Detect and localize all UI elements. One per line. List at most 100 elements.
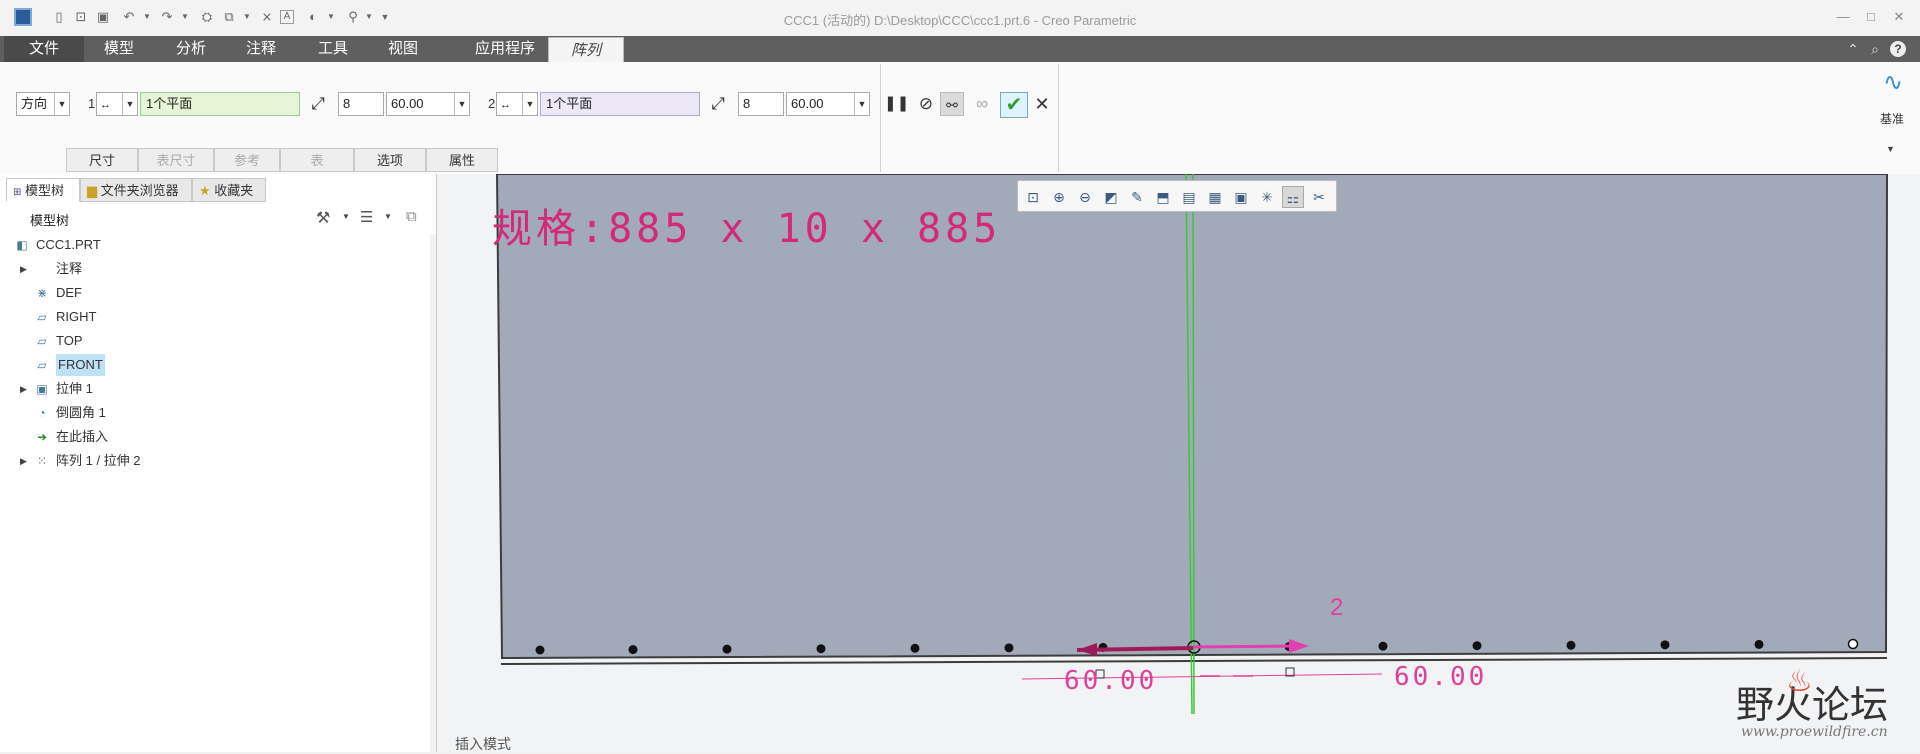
dir2-spacing-input[interactable]: 60.00 ▼: [786, 92, 870, 116]
reorient-icon[interactable]: ✎: [1126, 186, 1148, 208]
tree-item[interactable]: ▶ ▣ 拉伸 1: [0, 378, 420, 400]
expand-arrow-icon[interactable]: ▶: [20, 258, 27, 280]
spec-annotation[interactable]: 规格:885 x 10 x 885: [492, 196, 1001, 254]
maximize-button[interactable]: □: [1860, 8, 1882, 26]
close-button[interactable]: ✕: [1888, 8, 1910, 26]
tree-item[interactable]: ▶ 注释: [0, 258, 420, 280]
pattern-type-select[interactable]: 方向 ▼: [16, 92, 70, 116]
direction-number-label[interactable]: 2: [1330, 594, 1343, 622]
pause-button[interactable]: ❚❚: [884, 92, 909, 116]
tree-show-dropdown-icon[interactable]: ▼: [384, 212, 392, 221]
dir2-count-input[interactable]: 8: [738, 92, 784, 116]
tab-annotate[interactable]: 注释: [230, 36, 292, 62]
datum-dropdown-icon[interactable]: ▼: [1886, 144, 1895, 154]
extrude-icon: ▣: [36, 382, 48, 396]
cancel-button[interactable]: ✕: [1030, 92, 1054, 116]
arrow-both-icon: ↔: [500, 99, 511, 111]
dir2-reference-collector[interactable]: 1个平面: [540, 92, 700, 116]
subtab-table: 表: [280, 148, 354, 172]
pattern-member-point[interactable]: [816, 644, 826, 654]
dimension-left-value[interactable]: 60.00: [1064, 666, 1157, 696]
tree-item-label: 拉伸 1: [56, 381, 93, 396]
model-view[interactable]: [437, 174, 1920, 752]
tree-settings-dropdown-icon[interactable]: ▼: [342, 212, 350, 221]
pattern-member-point[interactable]: [1660, 640, 1670, 650]
model-tree-tab-label: 模型树: [25, 183, 65, 198]
pattern-member-point[interactable]: [1472, 641, 1482, 651]
pattern-member-point[interactable]: [535, 645, 545, 655]
view-toolbar: ⊡ ⊕ ⊖ ◩ ✎ ⬒ ▤ ▦ ▣ ✳ ⚏ ✂: [1017, 180, 1337, 212]
search-icon[interactable]: ⌕: [1866, 40, 1884, 58]
pattern-member-point[interactable]: [1566, 640, 1576, 650]
tab-view[interactable]: 视图: [372, 36, 434, 62]
tree-item[interactable]: ▱ RIGHT: [0, 306, 420, 328]
tab-favorites[interactable]: ★ 收藏夹: [192, 178, 266, 202]
spin-center-icon[interactable]: ✂: [1308, 186, 1330, 208]
pattern-member-point[interactable]: [628, 645, 638, 655]
tree-settings-icon[interactable]: ⚒: [316, 208, 330, 228]
help-icon[interactable]: ?: [1890, 41, 1906, 57]
datum-display-icon[interactable]: ✳: [1256, 186, 1278, 208]
datum-curve-icon[interactable]: ∿: [1878, 68, 1908, 98]
folder-icon: ▆: [87, 183, 97, 198]
subtab-properties[interactable]: 属性: [426, 148, 498, 172]
saved-views-icon[interactable]: ▤: [1178, 186, 1200, 208]
no-preview-button[interactable]: ⊘: [914, 92, 938, 116]
tree-item[interactable]: ▱ TOP: [0, 330, 420, 352]
display-style-icon[interactable]: ⬒: [1152, 186, 1174, 208]
subtab-options[interactable]: 选项: [354, 148, 426, 172]
dir1-spacing-input[interactable]: 60.00 ▼: [386, 92, 470, 116]
tree-item[interactable]: ◔ 倒圆角 1: [0, 402, 420, 424]
confirm-button[interactable]: ✔: [1000, 92, 1028, 118]
tree-filter-icon[interactable]: ⧉: [406, 208, 417, 225]
pattern-member-point[interactable]: [722, 644, 732, 654]
tree-item[interactable]: ⋇ DEF: [0, 282, 420, 304]
graphics-window[interactable]: 规格:885 x 10 x 885 2 60.00 60.00 野火论坛 ♨ w…: [437, 174, 1920, 752]
tree-item[interactable]: ▶ ⁙ 阵列 1 / 拉伸 2: [0, 450, 420, 472]
tree-item[interactable]: ▱ FRONT: [0, 354, 420, 376]
expand-arrow-icon[interactable]: ▶: [20, 450, 27, 472]
zoom-out-icon[interactable]: ⊖: [1074, 186, 1096, 208]
repaint-icon[interactable]: ◩: [1100, 186, 1122, 208]
tab-model[interactable]: 模型: [88, 36, 150, 62]
pattern-member-point[interactable]: [1754, 639, 1764, 649]
zoom-in-icon[interactable]: ⊕: [1048, 186, 1070, 208]
minimize-button[interactable]: —: [1832, 8, 1854, 26]
tab-applications[interactable]: 应用程序: [450, 36, 560, 62]
tree-show-icon[interactable]: ☰: [360, 208, 373, 226]
dir2-direction-select[interactable]: ↔ ▼: [496, 92, 538, 116]
model-tree-header-label: 模型树: [30, 213, 70, 228]
verify-button[interactable]: ∞: [970, 92, 994, 116]
panel-scrollbar[interactable]: [430, 234, 436, 752]
datum-label[interactable]: 基准: [1880, 110, 1904, 127]
refit-icon[interactable]: ⊡: [1022, 186, 1044, 208]
dimension-right-value[interactable]: 60.00: [1394, 662, 1487, 692]
watermark-url: www.proewildfire.cn: [1741, 724, 1888, 740]
expand-arrow-icon[interactable]: ▶: [20, 378, 27, 400]
navigator-panel: ⊞ 模型树 ▆ 文件夹浏览器 ★ 收藏夹 模型树 ⚒ ▼ ☰ ▼ ⧉ ◧ CCC1…: [0, 174, 437, 752]
pattern-member-point[interactable]: [910, 643, 920, 653]
dir1-reference-collector[interactable]: 1个平面: [140, 92, 300, 116]
tree-item[interactable]: ➜ 在此插入: [0, 426, 420, 448]
tab-tools[interactable]: 工具: [302, 36, 364, 62]
tree-item[interactable]: ◧ CCC1.PRT: [0, 234, 420, 256]
perspective-icon[interactable]: ▣: [1230, 186, 1252, 208]
dir1-count-input[interactable]: 8: [338, 92, 384, 116]
annotation-display-icon[interactable]: ⚏: [1282, 186, 1304, 208]
tab-folder-browser[interactable]: ▆ 文件夹浏览器: [80, 178, 192, 202]
dir1-direction-select[interactable]: ↔ ▼: [96, 92, 138, 116]
pattern-member-point[interactable]: [1378, 641, 1388, 651]
csys-icon: ⋇: [36, 286, 48, 300]
tab-analysis[interactable]: 分析: [160, 36, 222, 62]
pattern-member-point[interactable]: [1004, 643, 1014, 653]
tab-file[interactable]: 文件: [4, 36, 84, 62]
subtab-dimensions[interactable]: 尺寸: [66, 148, 138, 172]
collapse-ribbon-icon[interactable]: ⌃: [1844, 40, 1862, 58]
tree-item-label: 倒圆角 1: [56, 405, 106, 420]
preview-button[interactable]: ⚯: [940, 92, 964, 116]
pattern-member-point[interactable]: [1847, 638, 1859, 650]
tab-model-tree[interactable]: ⊞ 模型树: [6, 178, 80, 202]
tab-pattern[interactable]: 阵列: [548, 37, 624, 63]
tree-item-label: TOP: [56, 333, 83, 348]
view-manager-icon[interactable]: ▦: [1204, 186, 1226, 208]
